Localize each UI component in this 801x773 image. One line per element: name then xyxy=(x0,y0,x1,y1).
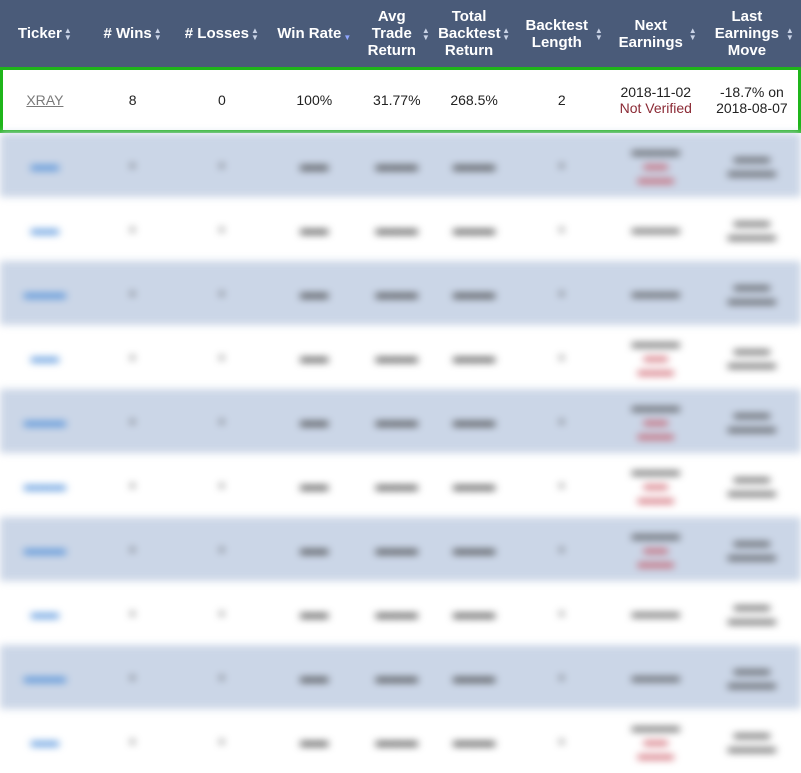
table-row: ▬▬▬ ▪ ▪ ▬▬ ▬▬▬ ▬▬▬ ▪ ▬▬▬▬ ▬▬ ▬▬▬ ▬▬▬ ▬▬▬▬ xyxy=(0,389,801,453)
col-last-move[interactable]: Last Earnings Move ▲ ▼ xyxy=(702,0,801,67)
blurred-rows: ▬▬ ▪ ▪ ▬▬ ▬▬▬ ▬▬▬ ▪ ▬▬▬▬ ▬▬ ▬▬▬ ▬▬▬ ▬▬▬▬ ▬▬ ▪ ▪ ▬▬ ▬▬▬ ▬… xyxy=(0,133,801,773)
cell-last-move: -18.7% on 2018-08-07 xyxy=(703,67,801,133)
cell-ticker[interactable]: XRAY xyxy=(0,67,90,133)
col-wins[interactable]: # Wins ▲ ▼ xyxy=(89,0,176,67)
sort-icon: ▲ ▼ xyxy=(421,25,430,42)
col-label: # Losses xyxy=(184,25,249,43)
col-total-return[interactable]: Total Backtest Return ▲ ▼ xyxy=(433,0,515,67)
table-row: ▬▬▬ ▪ ▪ ▬▬ ▬▬▬ ▬▬▬ ▪ ▬▬▬▬ ▬▬ ▬▬▬ ▬▬▬ ▬▬▬▬ xyxy=(0,517,801,581)
sort-icon: ▲ ▼ xyxy=(785,25,794,42)
table-row-highlighted: XRAY 8 0 100% 31.77% 268.5% 2 2018-11-02… xyxy=(0,67,801,133)
cell-length: 2 xyxy=(557,92,566,108)
cell-avg-return: 31.77% xyxy=(373,92,421,108)
col-label: Ticker xyxy=(17,25,62,43)
table-row: ▬▬▬ ▪ ▪ ▬▬ ▬▬▬ ▬▬▬ ▪ ▬▬▬▬ ▬▬▬ ▬▬▬▬ xyxy=(0,645,801,709)
cell-wins: 8 xyxy=(128,92,137,108)
sort-icon: ▲ ▼ xyxy=(153,25,162,42)
cell-losses: 0 xyxy=(217,92,226,108)
col-length[interactable]: Backtest Length ▲ ▼ xyxy=(514,0,609,67)
sort-icon: ▲ ▼ xyxy=(63,25,72,42)
table-row: ▬▬ ▪ ▪ ▬▬ ▬▬▬ ▬▬▬ ▪ ▬▬▬▬ ▬▬ ▬▬▬ ▬▬▬ ▬▬▬▬ xyxy=(30,720,776,762)
sort-desc-icon: ▲▼ xyxy=(343,32,352,42)
header-row: Ticker▲▼ # Wins▲▼ # Losses▲▼ Win Rate▲▼ … xyxy=(0,0,801,67)
col-label: Avg Trade Return xyxy=(367,8,416,59)
table-row: ▬▬ ▪ ▪ ▬▬ ▬▬▬ ▬▬▬ ▪ ▬▬▬▬ ▬▬▬ ▬▬▬▬ xyxy=(30,599,776,627)
col-label: Total Backtest Return xyxy=(438,8,501,59)
table-row: ▬▬ ▪ ▪ ▬▬ ▬▬▬ ▬▬▬ ▪ ▬▬▬▬ ▬▬ ▬▬▬ ▬▬▬ ▬▬▬▬ xyxy=(0,133,801,197)
col-win-rate[interactable]: Win Rate▲▼ xyxy=(268,0,361,67)
cell-win-rate: 100% xyxy=(296,92,333,108)
col-avg-return[interactable]: Avg Trade Return ▲ ▼ xyxy=(360,0,434,67)
backtest-table: Ticker▲▼ # Wins▲▼ # Losses▲▼ Win Rate▲▼ … xyxy=(0,0,801,133)
col-label: # Wins xyxy=(103,25,152,43)
sort-icon: ▲ ▼ xyxy=(688,25,697,42)
next-earnings-date: 2018-11-02 xyxy=(620,84,692,100)
ticker-link[interactable]: XRAY xyxy=(26,92,63,108)
table-row: ▬▬▬ ▪ ▪ ▬▬ ▬▬▬ ▬▬▬ ▪ ▬▬▬▬ ▬▬ ▬▬▬ ▬▬▬ ▬▬▬▬ xyxy=(23,464,776,506)
table-row: ▬▬ ▪ ▪ ▬▬ ▬▬▬ ▬▬▬ ▪ ▬▬▬▬ ▬▬ ▬▬▬ ▬▬▬ ▬▬▬▬ xyxy=(30,336,776,378)
col-label: Win Rate xyxy=(277,25,342,43)
sort-icon: ▲ ▼ xyxy=(251,25,259,42)
col-label: Next Earnings xyxy=(618,16,683,51)
col-label: Backtest Length xyxy=(525,16,589,51)
last-move-date: 2018-08-07 xyxy=(716,100,788,116)
col-ticker[interactable]: Ticker ▲ ▼ xyxy=(0,0,90,67)
col-losses[interactable]: # Losses ▲ ▼ xyxy=(175,0,269,67)
not-verified-label: Not Verified xyxy=(619,100,692,116)
sort-icon: ▲ ▼ xyxy=(502,25,511,42)
table-row: ▬▬▬ ▪ ▪ ▬▬ ▬▬▬ ▬▬▬ ▪ ▬▬▬▬ ▬▬▬ ▬▬▬▬ xyxy=(0,261,801,325)
table-row: ▬▬ ▪ ▪ ▬▬ ▬▬▬ ▬▬▬ ▪ ▬▬▬▬ ▬▬▬ ▬▬▬▬ xyxy=(30,215,776,243)
col-label: Last Earnings Move xyxy=(714,8,779,59)
col-next-earnings[interactable]: Next Earnings ▲ ▼ xyxy=(608,0,703,67)
sort-icon: ▲ ▼ xyxy=(594,25,603,42)
cell-total-return: 268.5% xyxy=(450,92,498,108)
last-move-pct: -18.7% on xyxy=(719,84,784,100)
cell-next-earnings: 2018-11-02 Not Verified xyxy=(609,67,703,133)
